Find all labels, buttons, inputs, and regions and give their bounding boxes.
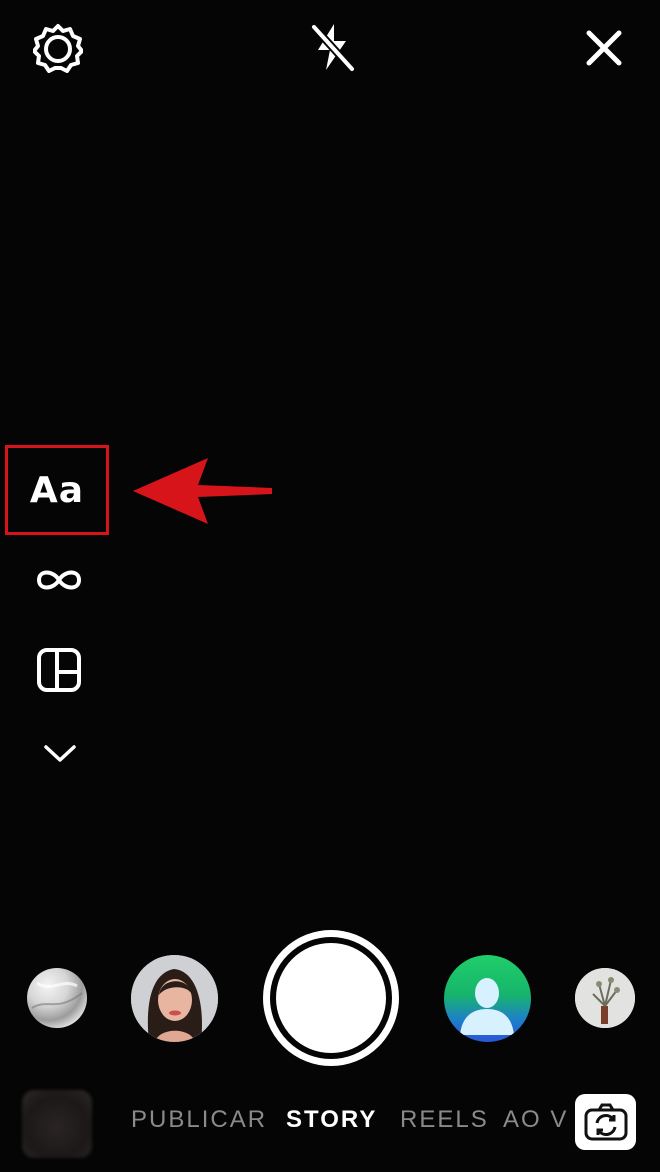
flip-camera-icon <box>584 1103 627 1141</box>
flash-button[interactable] <box>305 20 359 74</box>
marble-effect[interactable] <box>27 968 87 1028</box>
mode-story[interactable]: STORY <box>286 1106 377 1134</box>
green-screen-thumbnail <box>460 978 514 1035</box>
annotation-arrow <box>130 455 275 527</box>
more-tools-button[interactable] <box>38 735 82 771</box>
close-button[interactable] <box>578 22 630 74</box>
marble-texture <box>31 981 83 1009</box>
portrait-effect[interactable] <box>131 955 218 1042</box>
red-arrow-icon <box>133 458 272 524</box>
gear-icon <box>33 24 83 73</box>
gallery-thumbnail[interactable] <box>22 1090 92 1158</box>
flip-camera-button[interactable] <box>575 1094 636 1150</box>
layout-grid-icon <box>37 648 81 692</box>
infinity-icon <box>36 570 82 590</box>
plant-thumbnail <box>575 968 635 1028</box>
chevron-down-icon <box>44 745 76 762</box>
mode-reels[interactable]: REELS <box>400 1106 489 1134</box>
text-tool-label: Aa <box>29 469 85 511</box>
portrait-thumbnail <box>131 955 218 1042</box>
settings-button[interactable] <box>30 20 86 76</box>
flash-off-icon <box>311 24 355 72</box>
green-screen-effect[interactable] <box>444 955 531 1042</box>
close-icon <box>586 30 622 66</box>
create-text-button[interactable]: Aa <box>5 445 109 535</box>
mode-publicar[interactable]: PUBLICAR <box>131 1106 267 1134</box>
mode-ao-vivo[interactable]: AO V <box>503 1106 568 1134</box>
boomerang-button[interactable] <box>30 560 88 600</box>
layout-button[interactable] <box>32 643 86 697</box>
plant-effect[interactable] <box>575 968 635 1028</box>
shutter-inner <box>276 943 386 1053</box>
shutter-button[interactable] <box>263 930 399 1066</box>
